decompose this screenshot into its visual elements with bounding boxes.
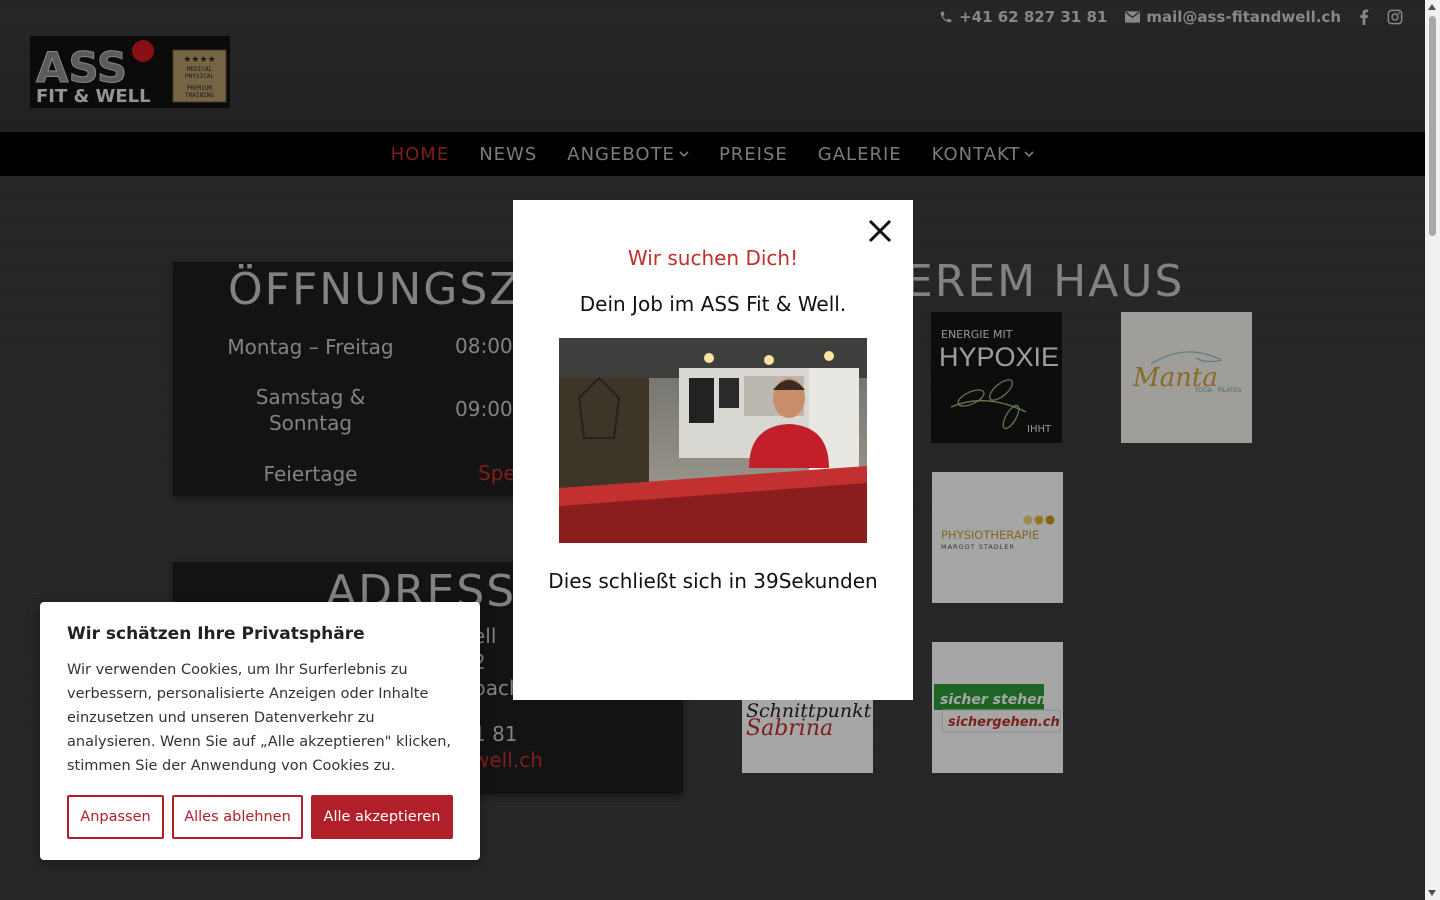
- cookie-customize-button[interactable]: Anpassen: [67, 795, 164, 839]
- popup-subheading: Dein Job im ASS Fit & Well.: [579, 292, 847, 316]
- cookie-consent-banner: Wir schätzen Ihre Privatsphäre Wir verwe…: [40, 602, 480, 860]
- scroll-down-arrow-icon[interactable]: [1428, 890, 1436, 896]
- photo-graphic: [559, 338, 867, 543]
- scroll-up-arrow-icon[interactable]: [1428, 4, 1436, 10]
- cookie-text: Wir verwenden Cookies, um Ihr Surferlebn…: [67, 662, 451, 774]
- cookie-title: Wir schätzen Ihre Privatsphäre: [67, 624, 365, 644]
- popup-photo: [559, 338, 867, 543]
- page-scrollbar[interactable]: [1425, 0, 1440, 900]
- popup-heading: Wir suchen Dich!: [627, 246, 799, 270]
- scroll-thumb[interactable]: [1429, 16, 1436, 236]
- popup-countdown: Dies schließt sich in 39Sekunden: [548, 569, 878, 593]
- cookie-accept-button[interactable]: Alle akzeptieren: [311, 795, 453, 839]
- job-popup: Wir suchen Dich! Dein Job im ASS Fit & W…: [513, 200, 913, 700]
- cookie-reject-button[interactable]: Alles ablehnen: [172, 795, 303, 839]
- close-icon[interactable]: [865, 216, 895, 246]
